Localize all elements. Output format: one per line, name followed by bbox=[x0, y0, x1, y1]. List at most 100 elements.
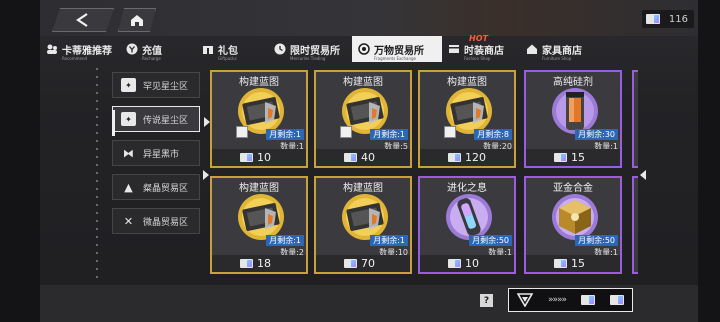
recharge-icon bbox=[126, 43, 138, 55]
price-bar: 15 bbox=[526, 149, 620, 166]
shop-tabs: 卡蒂雅推荐 Recommend 充值 Recharge 礼包 Giftpacks… bbox=[40, 36, 698, 62]
home-icon bbox=[130, 14, 144, 27]
tab-label: 卡蒂雅推荐 bbox=[62, 45, 112, 57]
tab-recommend[interactable]: 卡蒂雅推荐 Recommend bbox=[40, 36, 120, 62]
next-card-edge bbox=[632, 70, 638, 168]
tab-label: 限时贸易所 bbox=[290, 45, 340, 57]
monthly-remaining: 月剩余:30 bbox=[575, 129, 618, 140]
stardust-icon: ✦ bbox=[121, 78, 136, 92]
source-currency-icon bbox=[581, 295, 595, 305]
price-bar: 10 bbox=[420, 255, 514, 272]
scroll-right-icon[interactable] bbox=[203, 170, 209, 180]
price-bar: 18 bbox=[212, 255, 306, 272]
item-type-badge bbox=[236, 126, 248, 138]
tab-giftpacks[interactable]: 礼包 Giftpacks bbox=[196, 36, 268, 62]
tab-fragment-exchange[interactable]: 万物贸易所 Fragments Exchange bbox=[352, 36, 442, 62]
monthly-remaining: 月剩余:50 bbox=[575, 235, 618, 246]
target-currency-icon bbox=[609, 295, 624, 305]
item-price: 40 bbox=[361, 151, 375, 164]
tab-sublabel: Recommend bbox=[62, 56, 88, 61]
item-price: 15 bbox=[571, 151, 585, 164]
sidebar-item-label: 微晶贸易区 bbox=[143, 217, 189, 228]
shop-item-card[interactable]: 亚金合金 月剩余:50 数量:1 15 bbox=[524, 176, 622, 274]
currency-icon bbox=[554, 153, 567, 162]
price-bar: 40 bbox=[316, 149, 410, 166]
sidebar-item-label: 罕见星尘区 bbox=[143, 81, 189, 92]
right-edge bbox=[698, 0, 720, 322]
price-bar: 120 bbox=[420, 149, 514, 166]
currency-icon bbox=[554, 259, 567, 268]
currency-icon bbox=[646, 14, 660, 24]
currency-icon bbox=[448, 153, 461, 162]
tab-furniture-shop[interactable]: 家具商店 Furniture Shop bbox=[520, 36, 600, 62]
tab-limited-trade[interactable]: 限时贸易所 Mercuries Trading bbox=[268, 36, 352, 62]
help-button[interactable]: ? bbox=[480, 294, 493, 307]
item-price: 10 bbox=[465, 257, 479, 270]
monthly-remaining: 月剩余:1 bbox=[370, 235, 408, 246]
item-type-badge bbox=[340, 126, 352, 138]
shop-screen: 116 卡蒂雅推荐 Recommend 充值 Recharge 礼包 Giftp… bbox=[0, 0, 720, 322]
monthly-remaining: 月剩余:1 bbox=[266, 129, 304, 140]
sidebar-item-microcrystal-trade[interactable]: ✕ 微晶贸易区 bbox=[112, 208, 200, 234]
active-indicator bbox=[112, 110, 115, 136]
category-sidebar: ✦ 罕见星尘区 ✦ 传说星尘区 ⧓ 异星黑市 ▲ 粲晶贸易区 ✕ 微晶贸易区 bbox=[112, 72, 200, 242]
currency-icon bbox=[240, 259, 253, 268]
price-bar: 15 bbox=[526, 255, 620, 272]
tab-sublabel: Furniture Shop bbox=[542, 56, 572, 61]
monthly-remaining: 月剩余:50 bbox=[469, 235, 512, 246]
item-price: 15 bbox=[571, 257, 585, 270]
black-market-icon: ⧓ bbox=[123, 146, 134, 160]
furniture-icon bbox=[526, 43, 538, 55]
item-price: 18 bbox=[257, 257, 271, 270]
tab-sublabel: Fragments Exchange bbox=[374, 56, 417, 61]
shop-item-card[interactable]: 进化之息 月剩余:50 数量:1 10 bbox=[418, 176, 516, 274]
sidebar-item-label: 粲晶贸易区 bbox=[143, 183, 189, 194]
divider-dots bbox=[96, 68, 98, 283]
currency-icon bbox=[344, 153, 357, 162]
currency-value: 116 bbox=[668, 13, 688, 25]
currency-display[interactable]: 116 bbox=[642, 10, 694, 28]
tab-label: 充值 bbox=[142, 45, 162, 57]
tab-sublabel: Fashion Shop bbox=[464, 56, 491, 61]
currency-icon bbox=[240, 153, 253, 162]
character-icon bbox=[46, 43, 58, 55]
currency-icon bbox=[344, 259, 357, 268]
stardust-icon: ✦ bbox=[121, 112, 136, 126]
tab-sublabel: Mercuries Trading bbox=[290, 56, 326, 61]
sidebar-item-black-market[interactable]: ⧓ 异星黑市 bbox=[112, 140, 200, 166]
currency-icon bbox=[448, 259, 461, 268]
sidebar-item-label: 异星黑市 bbox=[143, 149, 180, 160]
tab-label: 礼包 bbox=[218, 45, 238, 57]
shop-item-card[interactable]: 构建蓝图 月剩余:1 数量:1 10 bbox=[210, 70, 308, 168]
exchange-icon bbox=[358, 43, 370, 55]
fashion-icon bbox=[448, 43, 460, 55]
monthly-remaining: 月剩余:1 bbox=[266, 235, 304, 246]
shop-item-card[interactable]: 高纯硅剂 月剩余:30 数量:1 15 bbox=[524, 70, 622, 168]
monthly-remaining: 月剩余:1 bbox=[370, 129, 408, 140]
shop-item-card[interactable]: 构建蓝图 月剩余:8 数量:20 120 bbox=[418, 70, 516, 168]
exchange-logo-icon bbox=[517, 293, 533, 307]
tab-label: 万物贸易所 bbox=[374, 45, 424, 57]
left-edge bbox=[0, 0, 40, 322]
limited-trade-icon bbox=[274, 43, 286, 55]
sidebar-item-crystal-trade[interactable]: ▲ 粲晶贸易区 bbox=[112, 174, 200, 200]
item-price: 70 bbox=[361, 257, 375, 270]
back-button[interactable] bbox=[52, 8, 114, 32]
sidebar-item-legend-stardust[interactable]: ✦ 传说星尘区 bbox=[112, 106, 200, 132]
scroll-left-icon[interactable] bbox=[640, 170, 646, 180]
shop-item-card[interactable]: 构建蓝图 月剩余:1 数量:10 70 bbox=[314, 176, 412, 274]
currency-exchange-button[interactable]: »»»» bbox=[508, 288, 633, 312]
price-bar: 70 bbox=[316, 255, 410, 272]
monthly-remaining: 月剩余:8 bbox=[474, 129, 512, 140]
shop-item-card[interactable]: 构建蓝图 月剩余:1 数量:2 18 bbox=[210, 176, 308, 274]
next-card-edge bbox=[632, 176, 638, 274]
crystal-icon: ▲ bbox=[124, 180, 133, 194]
home-button[interactable] bbox=[118, 8, 156, 32]
shop-item-card[interactable]: 构建蓝图 月剩余:1 数量:5 40 bbox=[314, 70, 412, 168]
sidebar-item-label: 传说星尘区 bbox=[143, 115, 189, 126]
item-price: 120 bbox=[465, 151, 486, 164]
tab-recharge[interactable]: 充值 Recharge bbox=[120, 36, 196, 62]
gift-icon bbox=[202, 43, 214, 55]
microcrystal-icon: ✕ bbox=[123, 214, 134, 228]
sidebar-item-rare-stardust[interactable]: ✦ 罕见星尘区 bbox=[112, 72, 200, 98]
